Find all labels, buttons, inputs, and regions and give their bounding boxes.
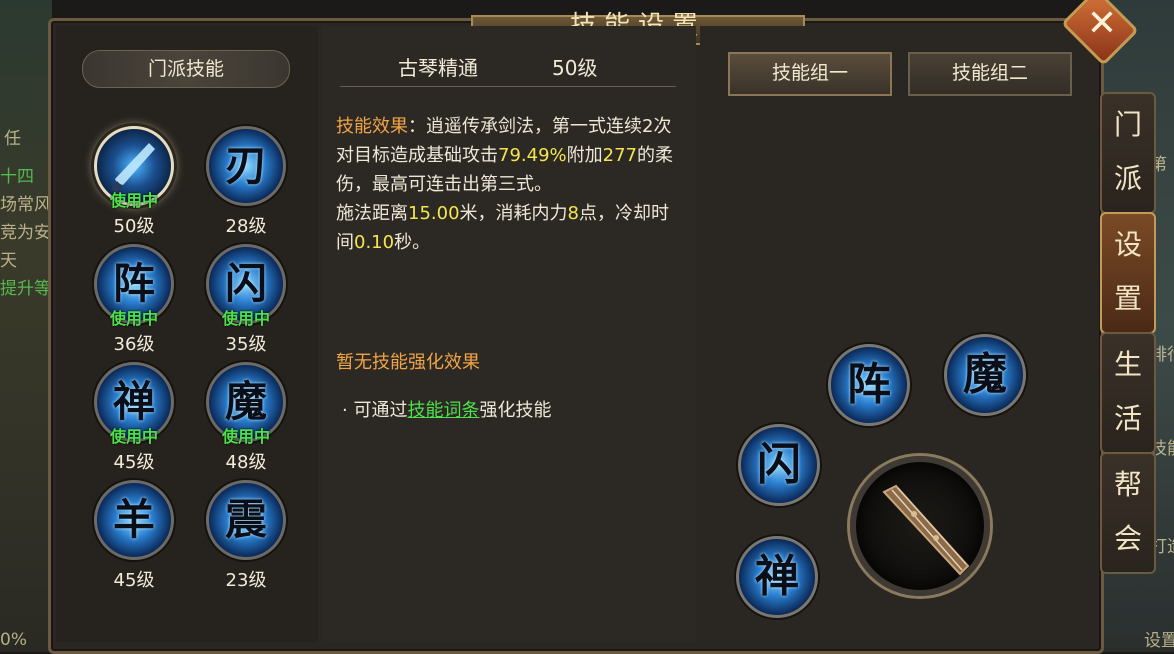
skill-item[interactable]: 魔 使用中 48级 bbox=[190, 362, 302, 474]
divider bbox=[340, 86, 676, 87]
skill-item[interactable]: 闪 使用中 35级 bbox=[190, 244, 302, 356]
bg-text: 任 bbox=[4, 129, 21, 149]
quake-skill-icon[interactable]: 震 bbox=[206, 480, 286, 560]
skill-level: 35级 bbox=[225, 334, 267, 355]
skill-item[interactable]: 震 23级 bbox=[190, 480, 302, 592]
skill-detail-level: 50级 bbox=[552, 56, 598, 80]
formation-skill-icon[interactable]: 阵 使用中 bbox=[94, 244, 174, 328]
skill-glyph: 刃 bbox=[224, 141, 267, 190]
no-enhancement-label: 暂无技能强化效果 bbox=[336, 352, 480, 373]
demon-skill-icon[interactable]: 魔 使用中 bbox=[206, 362, 286, 446]
skill-slot[interactable]: 闪 bbox=[738, 424, 820, 506]
flash-skill-icon[interactable]: 闪 使用中 bbox=[206, 244, 286, 328]
bg-text: 0% bbox=[0, 630, 27, 650]
skill-entry-link[interactable]: 技能词条 bbox=[407, 400, 479, 421]
skill-slot[interactable]: 禅 bbox=[736, 536, 818, 618]
background-left bbox=[0, 0, 52, 652]
effect-label: 技能效果 bbox=[336, 116, 408, 137]
blade-skill-icon[interactable]: 刃 bbox=[206, 126, 286, 206]
skill-glyph: 羊 bbox=[112, 495, 155, 544]
sheep-skill-icon[interactable]: 羊 bbox=[94, 480, 174, 560]
skill-level: 36级 bbox=[113, 334, 155, 355]
sect-skills-column: 门派技能 使用中 50级 刃 28级 阵 使用中 36级 闪 使用中 35级 禅… bbox=[56, 26, 318, 642]
skill-slot[interactable]: 阵 bbox=[828, 344, 910, 426]
tab-label: 生活 bbox=[1114, 348, 1143, 435]
in-use-label: 使用中 bbox=[109, 191, 158, 210]
bg-text: 提升等 bbox=[0, 279, 51, 299]
skill-item[interactable]: 羊 45级 bbox=[78, 480, 190, 592]
tab-label: 帮会 bbox=[1114, 468, 1143, 555]
mana-value: 8 bbox=[567, 203, 579, 224]
skill-level: 23级 bbox=[225, 570, 267, 591]
sect-skills-label: 门派技能 bbox=[147, 58, 224, 80]
range-unit: 米，消耗内力 bbox=[459, 203, 568, 224]
skill-item[interactable]: 刃 28级 bbox=[190, 126, 302, 238]
main-attack-slot[interactable] bbox=[850, 456, 990, 596]
skill-description: 技能效果：逍遥传承剑法，第一式连续2次对目标造成基础攻击79.49%附加277的… bbox=[336, 112, 686, 257]
cooldown-unit: 秒。 bbox=[394, 232, 431, 253]
bg-text: 设置 bbox=[1144, 631, 1174, 651]
in-use-label: 使用中 bbox=[221, 309, 270, 328]
skill-glyph: 阵 bbox=[847, 359, 891, 410]
in-use-label: 使用中 bbox=[109, 309, 158, 328]
skill-item[interactable]: 阵 使用中 36级 bbox=[78, 244, 190, 356]
sword-skill-icon[interactable]: 使用中 bbox=[94, 126, 174, 210]
sect-skills-header: 门派技能 bbox=[82, 50, 290, 88]
hint-suffix: 强化技能 bbox=[479, 400, 552, 421]
skill-glyph: 震 bbox=[224, 495, 267, 544]
skill-title: 古琴精通 50级 bbox=[322, 48, 696, 84]
close-icon[interactable]: ✕ bbox=[1082, 2, 1122, 46]
tab-label: 设置 bbox=[1114, 228, 1143, 315]
tab-settings[interactable]: 设置 bbox=[1100, 212, 1156, 334]
in-use-label: 使用中 bbox=[221, 427, 270, 446]
skill-item[interactable]: 禅 使用中 45级 bbox=[78, 362, 190, 474]
effect-text: 附加 bbox=[566, 145, 603, 166]
bg-text: 十四 bbox=[0, 167, 34, 187]
hint-prefix: · 可通过 bbox=[342, 400, 408, 421]
skill-level: 45级 bbox=[113, 452, 155, 473]
skill-item[interactable]: 使用中 50级 bbox=[78, 126, 190, 238]
skill-level: 48级 bbox=[225, 452, 267, 473]
skill-name: 古琴精通 bbox=[398, 56, 478, 80]
range-value: 15.00 bbox=[408, 203, 460, 224]
attack-percent: 79.49% bbox=[498, 145, 567, 166]
tab-life[interactable]: 生活 bbox=[1100, 332, 1156, 454]
cooldown-value: 0.10 bbox=[354, 232, 395, 253]
bg-text: 天 bbox=[0, 251, 17, 271]
tab-sect[interactable]: 门派 bbox=[1100, 92, 1156, 214]
enhance-hint: · 可通过技能词条强化技能 bbox=[342, 396, 551, 422]
bg-text: 竞为安 bbox=[0, 223, 51, 243]
skill-detail-column: 古琴精通 50级 技能效果：逍遥传承剑法，第一式连续2次对目标造成基础攻击79.… bbox=[322, 26, 696, 642]
skill-level: 50级 bbox=[113, 216, 155, 237]
skill-glyph: 魔 bbox=[963, 349, 1007, 400]
skill-glyph: 闪 bbox=[757, 439, 801, 490]
skill-level: 45级 bbox=[113, 570, 155, 591]
skill-glyph: 禅 bbox=[755, 551, 799, 602]
skill-group-1-button[interactable]: 技能组一 bbox=[728, 52, 892, 96]
skill-group-2-button[interactable]: 技能组二 bbox=[908, 52, 1072, 96]
guqin-weapon-icon bbox=[882, 484, 970, 576]
range-label: 施法距离 bbox=[336, 203, 408, 224]
soft-damage-value: 277 bbox=[602, 145, 637, 166]
in-use-label: 使用中 bbox=[109, 427, 158, 446]
bg-text: 场常风 bbox=[0, 195, 51, 215]
skill-level: 28级 bbox=[225, 216, 267, 237]
tab-guild[interactable]: 帮会 bbox=[1100, 452, 1156, 574]
zen-skill-icon[interactable]: 禅 使用中 bbox=[94, 362, 174, 446]
skill-group-column: 技能组一 技能组二 阵 魔 闪 禅 bbox=[700, 26, 1092, 642]
skill-slot[interactable]: 魔 bbox=[944, 334, 1026, 416]
tab-label: 门派 bbox=[1114, 108, 1143, 195]
